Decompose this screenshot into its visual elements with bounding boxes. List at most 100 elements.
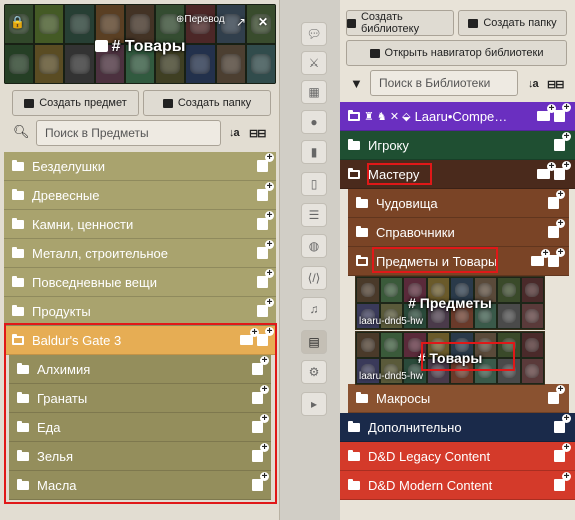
create-entry-icon[interactable]: [554, 132, 571, 151]
library-row[interactable]: ♜ ♞ ✕ ⬙ Laaru•Compe…: [340, 102, 575, 131]
item-thumbnail-icon: [525, 309, 540, 323]
library-label: D&D Modern Content: [368, 477, 493, 493]
banner-title: # Товары: [4, 38, 276, 56]
folder-row[interactable]: Повседневные вещи: [4, 268, 276, 297]
map-icon[interactable]: ▦: [301, 80, 327, 104]
cards-icon[interactable]: ◍: [301, 234, 327, 258]
library-collapse-button[interactable]: ⊟⊟: [547, 78, 564, 91]
library-row[interactable]: Чудовища: [348, 189, 569, 218]
create-entry-icon[interactable]: [554, 472, 571, 491]
create-folder-button[interactable]: Создать папку: [143, 90, 271, 116]
search-icon: 🔍︎: [13, 124, 30, 139]
create-entry-icon[interactable]: [257, 211, 274, 230]
items-icon[interactable]: ▮: [301, 140, 327, 164]
create-entry-icon[interactable]: [554, 414, 571, 433]
user-icon[interactable]: ●: [301, 110, 327, 134]
library-label: D&D Legacy Content: [368, 448, 491, 464]
folder-open-icon: [356, 254, 368, 266]
library-row[interactable]: Игроку: [340, 131, 575, 160]
folder-icon: [162, 98, 173, 108]
folder-row[interactable]: Древесные: [4, 181, 276, 210]
library-row[interactable]: Макросы: [348, 384, 569, 413]
banner-title-text: # Товары: [111, 38, 186, 55]
library-row[interactable]: D&D Legacy Content: [340, 442, 575, 471]
library-row[interactable]: D&D Modern Content: [340, 471, 575, 500]
combat-icon[interactable]: ⚔︎: [301, 51, 327, 75]
create-subfolder-icon[interactable]: [537, 162, 556, 179]
translate-label: Перевод: [184, 14, 225, 25]
item-thumbnail-icon: [454, 309, 469, 323]
translate-button[interactable]: ⊕Перевод: [176, 14, 225, 25]
library-icons: ♜ ♞ ✕ ⬙: [364, 110, 411, 123]
collapse-folders-button[interactable]: ⊟⊟: [249, 127, 266, 140]
search-input[interactable]: Поиск в Предметы: [36, 120, 221, 146]
create-entry-icon[interactable]: [548, 385, 565, 404]
highlight-master: [367, 163, 432, 185]
journal-icon[interactable]: ▯: [301, 172, 327, 196]
folder-row[interactable]: Продукты: [4, 297, 276, 326]
folder-icon: [348, 478, 360, 490]
folder-label: Безделушки: [32, 158, 105, 174]
library-actions: [548, 385, 565, 404]
folder-icon: [468, 18, 479, 28]
create-entry-icon[interactable]: [548, 248, 565, 267]
create-entry-icon[interactable]: [548, 219, 565, 238]
lock-icon[interactable]: 🔒: [10, 16, 25, 28]
create-subfolder-icon[interactable]: [531, 249, 550, 266]
close-icon[interactable]: ✕: [258, 16, 270, 28]
macro-icon[interactable]: ⟨/⟩: [301, 266, 327, 290]
create-entry-icon[interactable]: [257, 240, 274, 259]
library-row[interactable]: Справочники: [348, 218, 569, 247]
items-sidebar: 🔒 ⊕Перевод ↗ ✕ # Товары Создать предмет …: [0, 0, 280, 520]
folder-row[interactable]: Металл, строительное: [4, 239, 276, 268]
folder-row[interactable]: Камни, ценности: [4, 210, 276, 239]
chat-icon[interactable]: 💬︎: [301, 22, 327, 46]
folder-actions: [257, 240, 274, 259]
create-entry-icon[interactable]: [554, 103, 571, 122]
book-icon: [94, 40, 108, 52]
folder-row[interactable]: Безделушки: [4, 152, 276, 181]
item-thumbnail-icon: [501, 309, 516, 323]
create-library-label: Создать библиотеку: [360, 11, 420, 35]
folder-icon: [12, 217, 24, 229]
music-icon[interactable]: ♫: [301, 297, 327, 321]
create-item-button[interactable]: Создать предмет: [12, 90, 139, 116]
collapse-icon[interactable]: ▸: [301, 392, 327, 416]
popout-icon[interactable]: ↗: [236, 16, 248, 28]
highlight-baldurs-gate: [4, 323, 277, 504]
library-sort-button[interactable]: ↓a: [528, 78, 539, 90]
navigator-icon: [369, 48, 380, 58]
folder-icon: [348, 420, 360, 432]
table-icon[interactable]: ☰: [301, 203, 327, 227]
create-entry-icon[interactable]: [548, 190, 565, 209]
create-entry-icon[interactable]: [257, 269, 274, 288]
create-entry-icon[interactable]: [257, 298, 274, 317]
compendium-banner: 🔒 ⊕Перевод ↗ ✕ # Товары: [4, 4, 276, 84]
sort-button[interactable]: ↓a: [229, 127, 240, 139]
filter-icon[interactable]: ▼: [350, 76, 363, 91]
library-actions: [548, 219, 565, 238]
library-actions: [537, 103, 571, 122]
create-entry-icon[interactable]: [257, 153, 274, 172]
library-label: Справочники: [376, 224, 455, 240]
library-actions: [531, 248, 565, 267]
create-library-button[interactable]: Создать библиотеку: [346, 10, 454, 36]
compendium-icon[interactable]: ▤: [301, 330, 327, 354]
create-entry-icon[interactable]: [554, 161, 571, 180]
library-label: Игроку: [368, 137, 409, 153]
library-actions: [537, 161, 571, 180]
library-row[interactable]: Дополнительно: [340, 413, 575, 442]
create-folder-label: Создать папку: [177, 97, 252, 109]
library-search-input[interactable]: Поиск в Библиотеки: [370, 70, 518, 96]
create-entry-icon[interactable]: [257, 182, 274, 201]
create-subfolder-icon[interactable]: [537, 104, 556, 121]
sidebar-tabs: 💬︎ ⚔︎ ▦ ● ▮ ▯ ☰ ◍ ⟨/⟩ ♫ ▤ ⚙︎ ▸: [280, 0, 340, 520]
create-entry-icon[interactable]: [554, 443, 571, 462]
folder-icon: [12, 188, 24, 200]
open-navigator-button[interactable]: Открыть навигатор библиотеки: [346, 40, 567, 66]
compendium-card-items[interactable]: # Предметы laaru-dnd5-hw: [355, 276, 545, 330]
folder-icon: [12, 304, 24, 316]
settings-icon[interactable]: ⚙︎: [301, 360, 327, 384]
right-create-folder-label: Создать папку: [483, 17, 557, 29]
right-create-folder-button[interactable]: Создать папку: [458, 10, 567, 36]
